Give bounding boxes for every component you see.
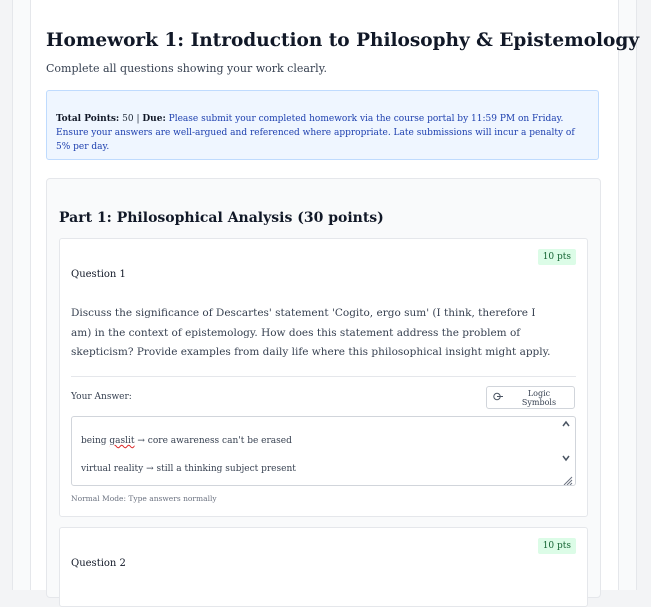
due-label: Due: xyxy=(142,114,166,124)
question-1-card: 10 pts Question 1 Discuss the significan… xyxy=(59,238,588,517)
question-2-label: Question 2 xyxy=(71,558,126,569)
answer-divider xyxy=(71,376,576,377)
page-title: Homework 1: Introduction to Philosophy &… xyxy=(46,30,640,51)
answer-line-1-rest: → core awareness can't be erased xyxy=(137,436,292,446)
points-badge: 10 pts xyxy=(537,249,576,265)
answer-line-1: being gaslit → core awareness can't be e… xyxy=(81,436,292,446)
question-2-card: 10 pts Question 2 xyxy=(59,527,588,607)
notice-separator: | xyxy=(136,114,140,124)
resize-handle-icon[interactable] xyxy=(561,471,573,485)
question-1-label: Question 1 xyxy=(71,269,126,280)
answer-textarea[interactable]: ◦◦◦ being gaslit → core awareness can't … xyxy=(71,416,576,486)
question-1-text: Discuss the significance of Descartes' s… xyxy=(71,307,551,358)
answer-line-1-word: being xyxy=(81,436,107,446)
due-text: Please submit your completed homework vi… xyxy=(56,114,575,152)
total-points-value: 50 xyxy=(122,114,134,124)
chevron-down-icon[interactable] xyxy=(561,453,571,466)
part-1-section: Part 1: Philosophical Analysis (30 point… xyxy=(46,178,601,607)
logic-symbols-button[interactable]: Logic Symbols xyxy=(486,386,575,409)
points-badge: 10 pts xyxy=(537,538,576,554)
submission-notice: Total Points: 50 | Due: Please submit yo… xyxy=(46,90,599,160)
part-1-title: Part 1: Philosophical Analysis (30 point… xyxy=(59,210,384,226)
logic-symbols-label: Logic Symbols xyxy=(521,388,557,407)
link-icon xyxy=(493,392,504,404)
misspelled-word: gaslit xyxy=(109,436,135,446)
answer-line-partial: ◦◦◦ xyxy=(81,416,97,421)
page-subtitle: Complete all questions showing your work… xyxy=(46,62,327,75)
answer-label: Your Answer: xyxy=(71,392,132,402)
answer-line-2: virtual reality → still a thinking subje… xyxy=(81,464,296,474)
total-points-label: Total Points: xyxy=(56,114,120,124)
chevron-up-icon[interactable] xyxy=(561,419,571,432)
page-background xyxy=(0,0,12,590)
input-mode-hint: Normal Mode: Type answers normally xyxy=(71,494,217,503)
